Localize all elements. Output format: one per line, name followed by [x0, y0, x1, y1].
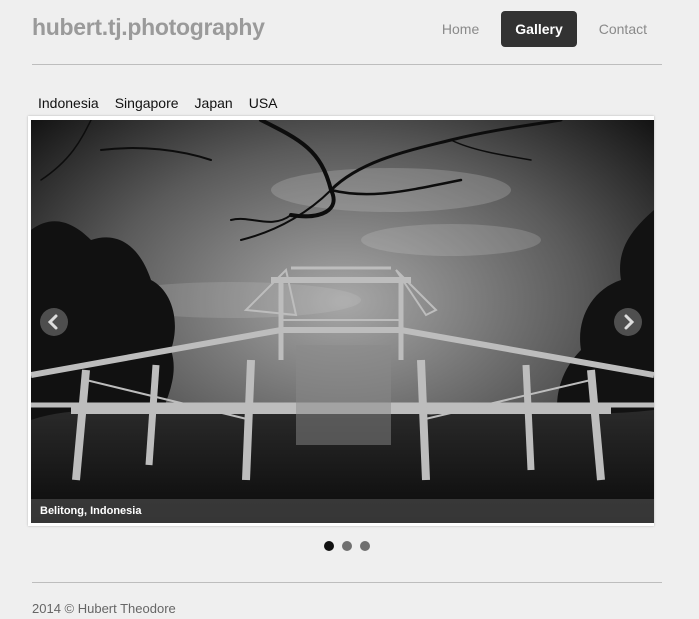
photo-caption: Belitong, Indonesia [40, 505, 142, 517]
tab-japan[interactable]: Japan [195, 95, 233, 111]
tab-indonesia[interactable]: Indonesia [38, 95, 99, 111]
tab-usa[interactable]: USA [249, 95, 278, 111]
gallery-tabs: Indonesia Singapore Japan USA [38, 95, 278, 111]
carousel-indicators [324, 541, 370, 551]
slide-indicator-1[interactable] [324, 541, 334, 551]
caption-bar: Belitong, Indonesia [31, 499, 654, 523]
slide-indicator-2[interactable] [342, 541, 352, 551]
footer-divider [32, 582, 662, 583]
nav-contact[interactable]: Contact [585, 11, 661, 47]
site-brand[interactable]: hubert.tj.photography [32, 14, 265, 41]
photo-carousel: Belitong, Indonesia [28, 116, 654, 526]
nav-gallery[interactable]: Gallery [501, 11, 577, 47]
footer-copyright: 2014 © Hubert Theodore [32, 601, 176, 616]
next-slide-button[interactable] [614, 308, 642, 336]
gallery-photo [31, 120, 654, 523]
slide-indicator-3[interactable] [360, 541, 370, 551]
header-divider [32, 64, 662, 65]
chevron-right-icon [624, 314, 635, 330]
prev-slide-button[interactable] [40, 308, 68, 336]
chevron-left-icon [47, 314, 58, 330]
nav-home[interactable]: Home [428, 11, 493, 47]
tab-singapore[interactable]: Singapore [115, 95, 179, 111]
main-nav: Home Gallery Contact [428, 11, 661, 47]
